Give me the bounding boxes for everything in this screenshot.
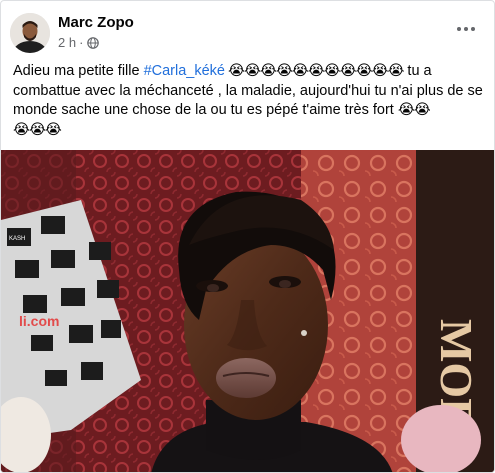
more-options-icon[interactable] — [454, 21, 478, 37]
message-intro: Adieu ma petite fille — [13, 63, 144, 79]
post-timestamp[interactable]: 2 h — [58, 35, 76, 50]
post-photo[interactable]: KASH li.com MOE — [1, 150, 494, 472]
more-dot — [457, 27, 461, 31]
avatar-image — [10, 13, 50, 53]
portrait-photo: KASH li.com MOE — [1, 150, 494, 472]
post-message: Adieu ma petite fille #Carla_kéké 😭😭😭😭😭😭… — [13, 62, 485, 140]
crying-emojis-end: 😭😭 — [397, 102, 431, 118]
more-dot — [471, 27, 475, 31]
post-meta: 2 h · — [58, 35, 100, 50]
more-dot — [464, 27, 468, 31]
backdrop-brand-text: KASH — [9, 236, 25, 242]
hashtag-link[interactable]: #Carla_kéké — [144, 63, 225, 79]
crying-emojis-last: 😭😭😭 — [13, 121, 62, 138]
globe-icon[interactable] — [87, 36, 100, 49]
crying-emojis: 😭😭😭😭😭😭😭😭😭😭😭 — [225, 63, 404, 79]
meta-separator: · — [79, 35, 84, 50]
author-name[interactable]: Marc Zopo — [58, 14, 134, 31]
facebook-post: Marc Zopo 2 h · Adieu ma petite fille #C… — [0, 0, 495, 473]
backdrop-url-text: li.com — [19, 313, 59, 329]
author-avatar[interactable] — [10, 13, 50, 53]
post-header: Marc Zopo 2 h · — [1, 1, 494, 59]
